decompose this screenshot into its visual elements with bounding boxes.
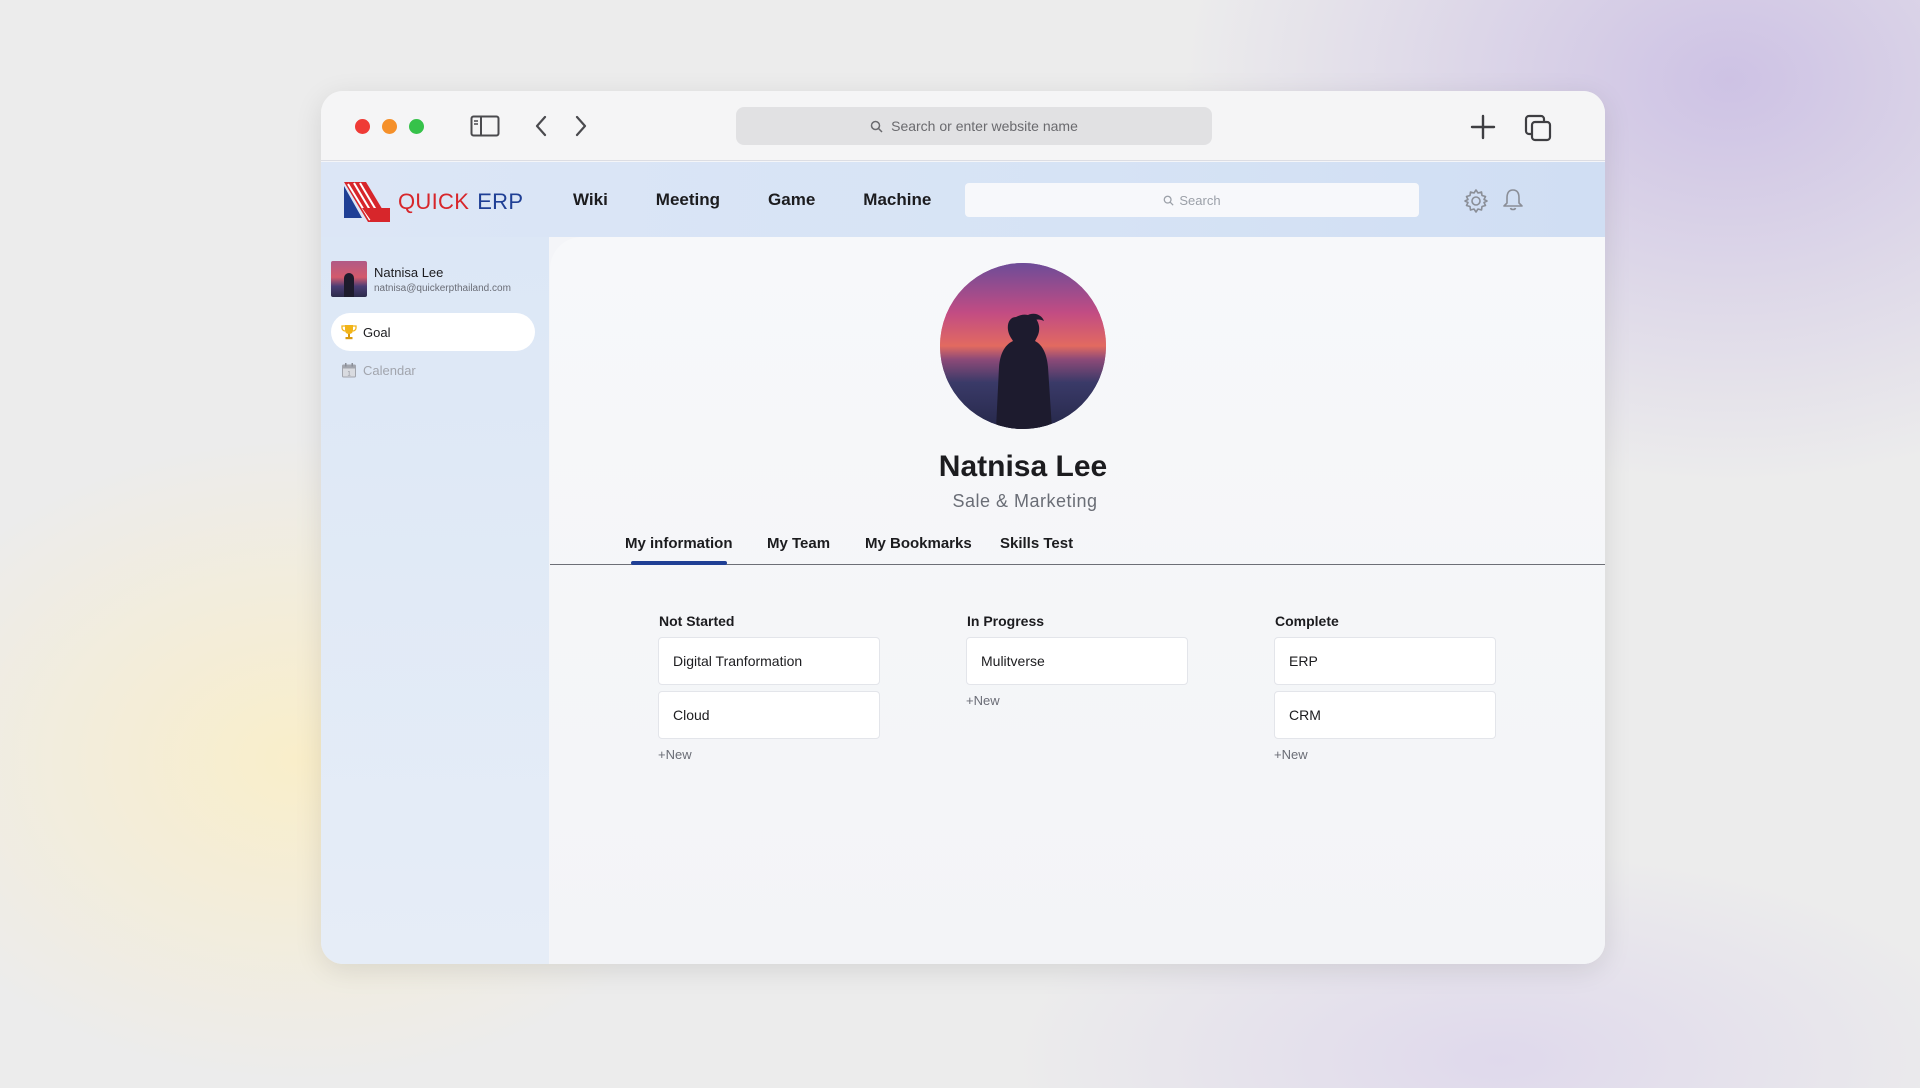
trophy-icon: [340, 323, 358, 341]
bell-icon[interactable]: [1501, 187, 1525, 213]
logo-erp-text: ERP: [477, 189, 524, 214]
browser-toolbar: Search or enter website name: [321, 91, 1605, 161]
goal-card[interactable]: Mulitverse: [966, 637, 1188, 685]
nav-meeting[interactable]: Meeting: [656, 190, 720, 210]
add-new-link[interactable]: +New: [966, 693, 1190, 708]
avatar: [331, 261, 367, 297]
quick-erp-logo[interactable]: QUICK ERP: [344, 182, 523, 222]
top-navigation: Wiki Meeting Game Machine: [573, 162, 979, 237]
goal-card[interactable]: CRM: [1274, 691, 1496, 739]
nav-game[interactable]: Game: [768, 190, 815, 210]
profile-name: Natnisa Lee: [938, 450, 1108, 483]
search-placeholder: Search: [1179, 192, 1221, 208]
tab-skills-test[interactable]: Skills Test: [1000, 535, 1073, 552]
left-sidebar: Natnisa Lee natnisa@quickerpthailand.com…: [321, 237, 549, 964]
profile-main: Natnisa Lee Sale & Marketing My informat…: [550, 237, 1605, 964]
close-window-button[interactable]: [355, 119, 370, 134]
calendar-icon: 1: [340, 361, 358, 379]
sidebar-item-goal[interactable]: Goal: [331, 313, 535, 351]
board-column-not-started: Not Started Digital Tranformation Cloud …: [658, 613, 882, 762]
tab-overview-icon[interactable]: [1523, 113, 1553, 143]
back-arrow-icon[interactable]: [529, 113, 553, 139]
maximize-window-button[interactable]: [409, 119, 424, 134]
tab-my-team[interactable]: My Team: [767, 535, 830, 552]
goal-card[interactable]: ERP: [1274, 637, 1496, 685]
user-card[interactable]: Natnisa Lee natnisa@quickerpthailand.com: [331, 261, 511, 297]
profile-tabs: My information My Team My Bookmarks Skil…: [550, 519, 1605, 565]
tab-my-bookmarks[interactable]: My Bookmarks: [865, 535, 972, 552]
column-title: In Progress: [967, 613, 1045, 629]
goal-card[interactable]: Cloud: [658, 691, 880, 739]
column-title: Not Started: [659, 613, 735, 629]
search-icon: [870, 120, 883, 133]
nav-wiki[interactable]: Wiki: [573, 190, 608, 210]
gear-icon[interactable]: [1463, 188, 1489, 214]
nav-machine[interactable]: Machine: [863, 190, 931, 210]
new-tab-icon[interactable]: [1469, 113, 1497, 141]
sidebar-item-label: Goal: [363, 324, 391, 340]
add-new-link[interactable]: +New: [658, 747, 882, 762]
column-title: Complete: [1275, 613, 1339, 629]
browser-window: Search or enter website name QUICK ERP W…: [321, 91, 1605, 964]
app-header: QUICK ERP Wiki Meeting Game Machine Sear…: [321, 162, 1605, 237]
board-column-in-progress: In Progress Mulitverse +New: [966, 613, 1190, 708]
address-placeholder: Search or enter website name: [891, 118, 1078, 134]
profile-photo: [940, 263, 1106, 429]
goal-card[interactable]: Digital Tranformation: [658, 637, 880, 685]
board-column-complete: Complete ERP CRM +New: [1274, 613, 1498, 762]
active-tab-indicator: [631, 561, 727, 565]
search-icon: [1164, 195, 1174, 206]
sidebar-item-calendar[interactable]: 1 Calendar: [331, 351, 535, 389]
app-search-input[interactable]: Search: [965, 183, 1419, 217]
profile-role: Sale & Marketing: [952, 491, 1098, 511]
sidebar-toggle-icon[interactable]: [469, 113, 501, 139]
tab-my-information[interactable]: My information: [625, 535, 733, 552]
forward-arrow-icon[interactable]: [569, 113, 593, 139]
sidebar-user-email: natnisa@quickerpthailand.com: [374, 282, 511, 294]
minimize-window-button[interactable]: [382, 119, 397, 134]
add-new-link[interactable]: +New: [1274, 747, 1498, 762]
sidebar-item-label: Calendar: [363, 362, 416, 378]
sidebar-user-name: Natnisa Lee: [374, 264, 444, 280]
logo-mark-icon: [344, 182, 390, 222]
logo-quick-text: QUICK: [398, 189, 470, 214]
address-bar[interactable]: Search or enter website name: [736, 107, 1212, 145]
